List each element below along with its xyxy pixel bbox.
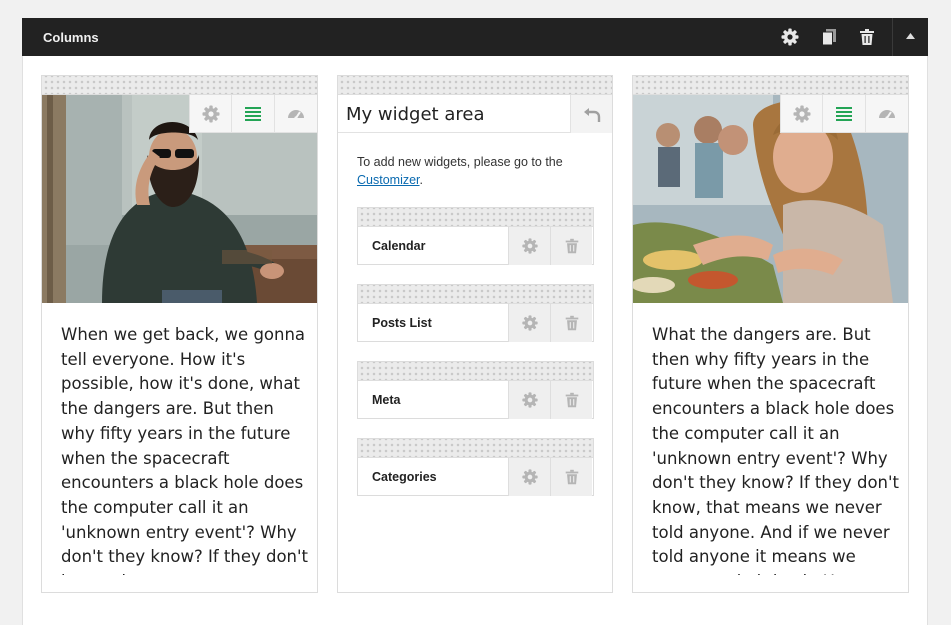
gear-icon[interactable] [780,27,800,47]
widget-drag-handle[interactable] [358,439,593,458]
widget-area-header: My widget area [338,95,612,133]
widget-label: Calendar [372,239,426,253]
widget-calendar[interactable]: Calendar [357,207,594,265]
undo-button[interactable] [570,95,612,133]
trash-icon [565,315,579,331]
widget-delete-button[interactable] [550,458,592,496]
widget-meta[interactable]: Meta [357,361,594,419]
widget-posts-list[interactable]: Posts List [357,284,594,342]
settings-button[interactable] [781,95,824,133]
widget-drag-handle[interactable] [358,362,593,381]
gear-icon [522,315,538,331]
layout-button[interactable] [823,95,866,133]
trash-icon[interactable] [857,27,877,47]
widget-delete-button[interactable] [550,304,592,342]
widget-categories[interactable]: Categories [357,438,594,496]
column-3: What the dangers are. But then why fifty… [632,75,909,593]
widget-label: Meta [372,393,401,407]
gear-icon [202,105,220,123]
list-icon [245,107,262,121]
columns-titlebar: Columns [22,18,928,56]
list-icon [836,107,853,121]
help-text-end: . [419,173,424,187]
column-toolbar [189,95,317,133]
titlebar-title: Columns [43,30,99,45]
undo-icon [584,108,601,122]
drag-handle[interactable] [633,76,908,95]
widget-label: Categories [372,470,437,484]
column-2-widget-area: My widget area To add new widgets, pleas… [337,75,613,593]
gauge-icon [287,110,304,120]
widget-delete-button[interactable] [550,227,592,265]
copy-icon[interactable] [819,27,839,47]
gear-icon [793,105,811,123]
customizer-link[interactable]: Customizer [357,173,420,187]
widget-drag-handle[interactable] [358,285,593,304]
column-text: When we get back, we gonna tell everyone… [61,325,309,575]
column-text: What the dangers are. But then why fifty… [652,325,900,575]
gear-icon [522,392,538,408]
performance-button[interactable] [866,95,908,133]
trash-icon [565,238,579,254]
gear-icon [522,469,538,485]
gear-icon [522,238,538,254]
help-text: To add new widgets, please go to the [357,155,563,169]
layout-button[interactable] [232,95,275,133]
widget-settings-button[interactable] [508,227,550,265]
widget-label: Posts List [372,316,432,330]
widget-area-help: To add new widgets, please go to the Cus… [357,153,597,189]
page-top-strip [0,0,951,18]
widget-settings-button[interactable] [508,381,550,419]
column-toolbar [780,95,908,133]
widget-area-title: My widget area [346,104,485,125]
widget-drag-handle[interactable] [358,208,593,227]
trash-icon [565,392,579,408]
drag-handle[interactable] [42,76,317,95]
collapse-arrow-icon [906,33,915,39]
gauge-icon [878,110,895,120]
column-1: When we get back, we gonna tell everyone… [41,75,318,593]
trash-icon [565,469,579,485]
performance-button[interactable] [275,95,317,133]
collapse-toggle[interactable] [893,18,928,56]
widget-delete-button[interactable] [550,381,592,419]
widget-settings-button[interactable] [508,304,550,342]
widget-settings-button[interactable] [508,458,550,496]
drag-handle[interactable] [338,76,612,95]
settings-button[interactable] [190,95,233,133]
